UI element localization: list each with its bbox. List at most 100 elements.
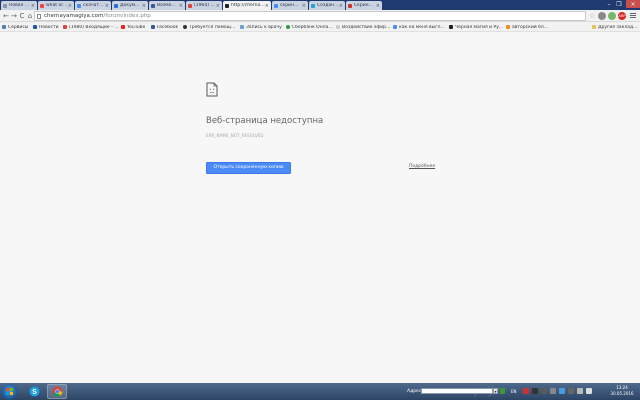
skype-icon: S	[29, 386, 39, 397]
language-indicator[interactable]: EN	[511, 389, 517, 394]
maximize-button[interactable]: ❐	[614, 0, 624, 8]
home-button[interactable]: ⌂	[26, 12, 34, 20]
apple-icon	[183, 25, 187, 29]
forward-button[interactable]: →	[10, 12, 18, 20]
error-title: Веб-страница недоступна	[206, 116, 324, 126]
system-clock[interactable]: 13:24 30.05.2016	[604, 385, 640, 397]
address-toolbar-label: Адрес	[407, 389, 422, 394]
url-text: chernayamagiya.com/forum/index.php	[44, 13, 151, 19]
page-icon	[37, 14, 41, 19]
bookmark-item[interactable]: Черная магия и Ру...	[449, 23, 504, 31]
bookmark-item[interactable]: Сервисы	[2, 23, 32, 31]
tab-close-icon[interactable]: ×	[105, 3, 109, 9]
page-icon	[3, 3, 7, 8]
tab-close-icon[interactable]: ×	[302, 3, 306, 9]
sad-page-icon	[206, 82, 218, 97]
tab[interactable]: what ordered fo×	[38, 1, 74, 10]
bookmark-item[interactable]: YouTube	[121, 23, 149, 31]
apps-icon	[2, 25, 6, 29]
clock-date: 30.05.2016	[610, 391, 634, 396]
site-icon	[449, 25, 453, 29]
page-icon	[336, 25, 340, 29]
mail-icon	[40, 3, 44, 8]
tab[interactable]: Скриншот (Scre×	[346, 1, 382, 10]
tray-app-icon[interactable]	[523, 388, 529, 394]
site-icon	[225, 3, 229, 8]
tray-app-icon[interactable]	[568, 388, 574, 394]
details-link[interactable]: Подробнее	[409, 164, 435, 169]
tab-close-icon[interactable]: ×	[179, 3, 183, 9]
youtube-icon	[121, 25, 125, 29]
google-icon	[77, 3, 81, 8]
tab[interactable]: (1964) Входящи×	[186, 1, 222, 10]
chrome-icon	[52, 386, 62, 397]
extension-icon[interactable]	[608, 12, 616, 20]
address-bar[interactable]: chernayamagiya.com/forum/index.php	[34, 11, 586, 21]
tab-close-icon[interactable]: ×	[376, 3, 380, 9]
tab-close-icon[interactable]: ×	[216, 3, 220, 9]
tray-app-icon[interactable]	[532, 388, 538, 394]
tab-close-icon[interactable]: ×	[339, 3, 343, 9]
google-icon	[274, 3, 278, 8]
tab[interactable]: Документ ×	[112, 1, 148, 10]
windows-icon	[6, 388, 13, 395]
page-icon	[151, 3, 155, 8]
bookmark-item[interactable]: Facebook	[151, 23, 181, 31]
mail-icon	[63, 25, 67, 29]
doc-icon	[114, 3, 118, 8]
other-bookmarks[interactable]: Другие закладки	[592, 23, 638, 31]
tab[interactable]: скриншот экран×	[272, 1, 308, 10]
mail-icon	[188, 3, 192, 8]
minimize-button[interactable]: –	[604, 0, 614, 8]
tab-close-icon[interactable]: ×	[68, 3, 72, 9]
menu-icon[interactable]	[629, 12, 637, 20]
google-icon	[393, 25, 397, 29]
blog-icon	[506, 25, 510, 29]
back-button[interactable]: ←	[2, 12, 10, 20]
bookmark-star-icon[interactable]: ☆	[589, 12, 595, 20]
error-code: ERR_NAME_NOT_RESOLVED	[206, 133, 264, 138]
bookmark-item[interactable]: Сбербанк Онлайн	[286, 23, 334, 31]
tab-close-icon[interactable]: ×	[142, 3, 146, 9]
bookmark-item[interactable]: (1980) Входящие - ...	[63, 23, 119, 31]
tab-strip: Новая вкладка× what ordered fo× скачать …	[0, 0, 640, 10]
tray-app-icon[interactable]	[550, 388, 556, 394]
bookmarks-bar: Сервисы Новости (1980) Входящие - ... Yo…	[0, 22, 640, 32]
bookmark-item[interactable]: Запись к врачу	[240, 23, 284, 31]
bookmark-item[interactable]: авторский бл...	[506, 23, 562, 31]
bookmark-item[interactable]: Воздействие эфирн...	[336, 23, 391, 31]
taskbar-address-input[interactable]	[421, 388, 493, 394]
sber-icon	[286, 25, 290, 29]
go-arrow-icon[interactable]	[500, 388, 505, 394]
open-cached-copy-button[interactable]: Открыть сохраненную копию	[206, 162, 291, 174]
chrome-taskbar-button[interactable]	[47, 384, 67, 399]
adblock-icon[interactable]: ABP	[618, 12, 626, 20]
reload-button[interactable]: C	[18, 12, 26, 20]
svg-text:S: S	[32, 389, 37, 396]
volume-icon[interactable]	[586, 388, 592, 394]
extension-icon[interactable]	[598, 12, 606, 20]
bookmark-item[interactable]: Новости	[33, 23, 61, 31]
bookmark-item[interactable]: как на меня выглял...	[393, 23, 447, 31]
start-button[interactable]	[1, 384, 18, 400]
news-icon	[33, 25, 37, 29]
doc-icon	[240, 25, 244, 29]
tray-app-icon[interactable]	[559, 388, 565, 394]
page-icon	[311, 3, 315, 8]
tab-active[interactable]: http://chernayan ×	[223, 1, 271, 10]
skype-taskbar-button[interactable]: S	[24, 384, 44, 399]
browser-toolbar: ← → C ⌂ chernayamagiya.com/forum/index.p…	[0, 10, 640, 22]
page-icon	[348, 3, 352, 8]
tab-close-icon[interactable]: ×	[31, 3, 35, 9]
close-window-button[interactable]: ×	[626, 0, 640, 8]
tray-app-icon[interactable]	[541, 388, 547, 394]
tab[interactable]: Создание скрин×	[309, 1, 345, 10]
facebook-icon	[151, 25, 155, 29]
tab[interactable]: Возможна проб×	[149, 1, 185, 10]
chevron-down-icon[interactable]: ▾	[493, 388, 498, 394]
tab[interactable]: скачать ip - По×	[75, 1, 111, 10]
bookmark-item[interactable]: Требуется помощь!...	[183, 23, 238, 31]
network-icon[interactable]	[577, 388, 583, 394]
tab[interactable]: Новая вкладка×	[1, 1, 37, 10]
tab-close-icon[interactable]: ×	[265, 3, 269, 9]
